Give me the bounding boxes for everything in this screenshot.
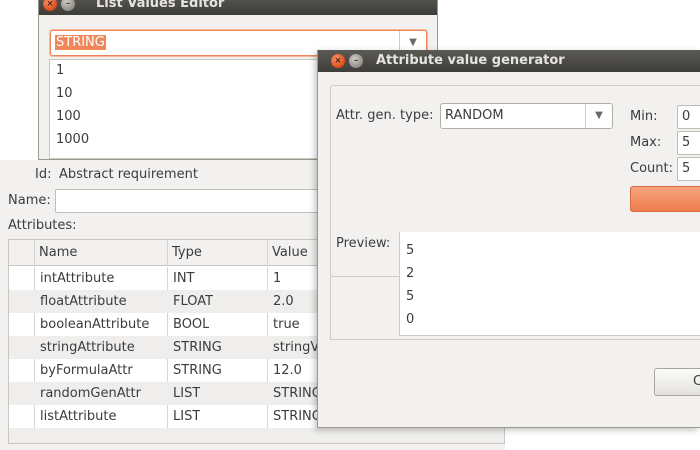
header-rownum (9, 240, 35, 266)
max-input[interactable]: 5 (677, 131, 700, 155)
list-item[interactable]: 10 (56, 86, 73, 101)
preview-panel: Preview: 2 5 2 5 0 (330, 228, 700, 340)
cell-value: 2.0 (273, 294, 294, 309)
cell-name: floatAttribute (40, 294, 127, 309)
list-item[interactable]: 100 (56, 109, 81, 124)
header-name[interactable]: Name (35, 240, 168, 266)
count-label: Count: (630, 161, 673, 176)
minimize-icon[interactable]: – (61, 0, 75, 11)
preview-label: Preview: (336, 236, 391, 251)
cell-type: LIST (173, 386, 201, 401)
min-label: Min: (630, 109, 658, 124)
list-item[interactable]: 1000 (56, 132, 89, 147)
gen-type-select[interactable]: RANDOM ▼ (440, 103, 613, 129)
cell-type: BOOL (173, 317, 210, 332)
list-editor-title: List Values Editor (96, 0, 225, 11)
preview-item: 0 (406, 312, 415, 327)
generate-button[interactable] (630, 186, 700, 212)
name-label: Name: (8, 193, 51, 208)
attributes-label: Attributes: (8, 218, 77, 233)
cell-value: STRING (273, 386, 322, 401)
close-button-label: C (693, 374, 700, 389)
id-value: Abstract requirement (59, 167, 198, 182)
name-input[interactable] (55, 189, 325, 213)
cell-name: listAttribute (40, 409, 117, 424)
preview-item: 2 (406, 232, 414, 235)
cell-type: LIST (173, 409, 201, 424)
preview-list[interactable]: 2 5 2 5 0 (399, 232, 700, 336)
generator-titlebar[interactable]: × – Attribute value generator (318, 50, 700, 72)
cell-name: intAttribute (40, 271, 115, 286)
cell-type: STRING (173, 340, 222, 355)
attribute-value-generator: × – Attribute value generator Attr. gen.… (317, 50, 700, 428)
list-item[interactable]: 1 (56, 63, 64, 78)
cell-type: FLOAT (173, 294, 214, 309)
cell-name: randomGenAttr (40, 386, 141, 401)
cell-type: STRING (173, 363, 222, 378)
close-button[interactable]: C (654, 368, 700, 396)
close-icon[interactable]: × (331, 54, 345, 68)
chevron-down-icon[interactable]: ▼ (585, 104, 612, 128)
min-input[interactable]: 0 (677, 105, 700, 129)
cell-value: STRING (273, 409, 322, 424)
preview-item: 5 (406, 243, 415, 258)
gen-type-value: RANDOM (445, 108, 504, 123)
preview-item: 5 (406, 289, 415, 304)
cell-name: booleanAttribute (40, 317, 150, 332)
gen-type-label: Attr. gen. type: (336, 108, 434, 123)
table-row[interactable] (9, 428, 504, 443)
preview-item: 2 (406, 266, 415, 281)
header-type[interactable]: Type (168, 240, 268, 266)
close-icon[interactable]: × (43, 0, 57, 11)
generator-title: Attribute value generator (376, 53, 565, 68)
cell-type: INT (173, 271, 195, 286)
cell-value: 12.0 (273, 363, 302, 378)
cell-name: byFormulaAttr (40, 363, 133, 378)
list-type-value: STRING (55, 35, 106, 50)
count-input[interactable]: 5 (677, 157, 700, 181)
cell-value: stringV (273, 340, 320, 355)
minimize-icon[interactable]: – (349, 54, 363, 68)
cell-value: 1 (273, 271, 282, 286)
cell-name: stringAttribute (40, 340, 135, 355)
list-editor-titlebar[interactable]: × – List Values Editor (39, 0, 437, 15)
max-label: Max: (630, 135, 662, 150)
cell-value: true (273, 317, 300, 332)
id-label: Id: (35, 167, 52, 182)
